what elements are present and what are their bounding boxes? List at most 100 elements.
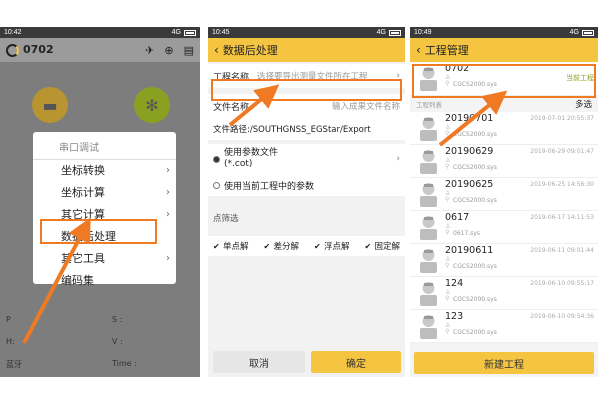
location-pin-icon: ⚲ [445,163,450,170]
project-row[interactable]: 20190629 ♙ ⚲ CGCS2000.sys 2019-06-29 09:01:4… [410,145,598,178]
avatar-icon [420,315,437,339]
radio-current-params-label: 使用当前工程中的参数 [224,181,315,192]
project-name: 20190625 [445,179,494,190]
list-header: 工程列表 多选 [410,96,598,112]
filter-checkboxes: ✔ 单点解 ✔ 差分解 ✔ 浮点解 ✔ 固定解 [208,236,405,256]
project-row[interactable]: 20190611 ♙ ⚲ CGCS2000.sys 2019-06-11 09:01:4… [410,244,598,277]
menu-item-code-set[interactable]: 编码集 [33,270,176,292]
coord-system-file: 0617.sys [453,230,480,237]
location-pin-icon: ⚲ [445,295,450,302]
project-row[interactable]: 0617 ♙ ⚲ 0617.sys 2019-06-17 14:11:53 [410,211,598,244]
avatar-icon [420,282,437,306]
coord-system-file: CGCS2000.sys [453,329,497,336]
project-date: 2019-07-01 20:55:37 [530,115,594,122]
project-row[interactable]: 20190701 ♙ ⚲ CGCS2000.sys 2019-07-01 20:55:3… [410,112,598,145]
status-bar: 10:42 4G [0,27,200,38]
back-icon[interactable]: ‹ [214,43,219,57]
settings-panel-icon[interactable]: ▤ [184,44,194,57]
battery-icon [389,29,401,36]
avatar-icon [420,117,437,141]
battery-icon [582,29,594,36]
status-bar: 10:45 4G [208,27,405,38]
highlight-box [412,64,596,98]
p-label: P [6,315,11,324]
avatar-icon [420,150,437,174]
network-indicator: 4G [171,29,181,36]
battery-icon [184,29,196,36]
chevron-right-icon: › [166,187,170,198]
project-date: 2019-06-10 09:54:36 [530,313,594,320]
project-date: 2019-06-25 14:56:30 [530,181,594,188]
project-row[interactable]: 123 ♙ ⚲ CGCS2000.sys 2019-06-10 09:54:36 [410,310,598,343]
project-row[interactable]: 124 ♙ ⚲ CGCS2000.sys 2019-06-10 09:55:17 [410,277,598,310]
page-title: 工程管理 [424,44,469,57]
check-fixed[interactable]: ✔ 固定解 [364,240,400,252]
menu-item-coord-transform[interactable]: 坐标转换 › [33,160,176,182]
project-name: 20190701 [445,113,494,124]
filter-section-label: 点筛选 [213,214,239,224]
file-path-row: 文件路径:/SOUTHGNSS_EGStar/Export [208,118,405,140]
app-header: ‹ 数据后处理 [208,38,405,62]
chevron-right-icon: › [396,154,400,164]
menu-item-other-tools[interactable]: 其它工具 › [33,248,176,270]
radio-selected-icon[interactable] [213,155,220,163]
highlight-box [40,219,157,244]
satellite-icon[interactable]: ✈ [145,44,154,57]
radio-param-file-label: 使用参数文件 [224,148,279,158]
time-label: Time : [112,359,137,368]
file-name-label: 文件名称 [213,102,250,113]
gear-icon[interactable]: ✻ [134,87,170,123]
avatar-icon [420,216,437,240]
file-name-input[interactable]: 输入成果文件名称 [257,100,400,112]
chevron-right-icon: › [166,165,170,176]
menu-item-coord-calc[interactable]: 坐标计算 › [33,182,176,204]
checkmark-icon: ✔ [213,242,220,251]
back-icon[interactable]: ‹ [416,43,421,57]
project-list: 0702 ♙ ⚲ CGCS2000.sys 当前工程 工程列表 多选 20190701 ♙ ⚲ CG… [410,62,598,343]
s-label: S : [112,315,123,324]
project-name: 20190629 [445,146,494,157]
project-date: 2019-06-17 14:11:53 [530,214,594,221]
radio-param-file[interactable]: 使用参数文件 (*.cot) › [208,144,405,174]
multi-select-button[interactable]: 多选 [575,98,592,110]
crosshair-icon[interactable]: ⊕ [164,44,173,57]
radio-current-params[interactable]: 使用当前工程中的参数 [208,174,405,196]
radio-param-file-ext: (*.cot) [224,159,253,169]
project-title: 0702 [23,43,54,57]
project-date: 2019-06-29 09:01:47 [530,148,594,155]
coord-system-file: CGCS2000.sys [453,164,497,171]
phone-project-manager-screen: 10:49 4G ‹ 工程管理 0702 ♙ ⚲ CGCS2000.sys 当前工程 工程… [410,27,598,377]
project-name: 0617 [445,212,470,223]
location-pin-icon: ⚲ [445,196,450,203]
menu-header: 串口调试 [33,136,176,160]
status-time: 10:42 [4,29,22,36]
network-indicator: 4G [569,29,579,36]
cancel-button[interactable]: 取消 [213,351,305,373]
checkmark-icon: ✔ [364,242,372,251]
ok-button[interactable]: 确定 [311,351,401,373]
file-path-text: 文件路径:/SOUTHGNSS_EGStar/Export [213,125,371,135]
check-single[interactable]: ✔ 单点解 [213,240,249,252]
status-bar: 10:49 4G [410,27,598,38]
coord-system-file: CGCS2000.sys [453,131,497,138]
new-project-button[interactable]: 新建工程 [414,352,594,374]
location-pin-icon: ⚲ [445,262,450,269]
project-row[interactable]: 20190625 ♙ ⚲ CGCS2000.sys 2019-06-25 14:56:3… [410,178,598,211]
checkmark-icon: ✔ [313,242,321,251]
check-diff[interactable]: ✔ 差分解 [263,240,299,252]
network-indicator: 4G [376,29,386,36]
check-float[interactable]: ✔ 浮点解 [314,240,350,252]
folder-icon[interactable]: ▬ [32,87,68,123]
phone-postprocess-screen: 10:45 4G ‹ 数据后处理 工程名称 选择要导出测量文件所在工程 › 文件… [208,27,405,377]
chevron-right-icon: › [166,253,170,264]
location-pin-icon: ⚲ [445,229,450,236]
location-pin-icon: ⚲ [445,130,450,137]
popup-menu: 串口调试 坐标转换 › 坐标计算 › 其它计算 › 数据后处理 其它工具 › 编码集 [33,132,176,287]
project-date: 2019-06-10 09:55:17 [530,280,594,287]
project-date: 2019-06-11 09:01:44 [530,247,594,254]
highlight-box [211,79,402,101]
phone-main-screen: 10:42 4G 0702 ✈ ⊕ ▤ ▬ ✻ 串口调试 坐标转换 › 坐标计算 ›… [0,27,200,377]
radio-unselected-icon[interactable] [213,181,220,189]
app-logo-icon [6,43,19,57]
app-header: 0702 ✈ ⊕ ▤ [0,38,200,62]
